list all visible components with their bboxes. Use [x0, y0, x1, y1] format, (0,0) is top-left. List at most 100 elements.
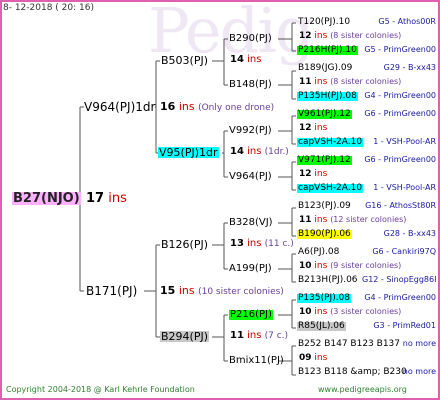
gen4-ins: 10 ins (9 sister colonies)	[299, 262, 401, 271]
gen4-info: 1 - VSH-Pool-AR	[373, 184, 436, 192]
ins-count: 12	[299, 169, 312, 179]
gen2-ins: 13 ins (11 c.)	[230, 239, 294, 249]
gen2-node[interactable]: B126(PJ)	[161, 239, 208, 250]
gen2-ins: 14 ins	[230, 55, 261, 65]
ins-count: 10	[299, 307, 312, 317]
gen4-info: G6 - PrimGreen00	[364, 110, 436, 118]
ins-count: 14	[230, 146, 244, 157]
ins-count: 17	[86, 191, 105, 206]
ins-label: ins	[314, 215, 328, 225]
gen4-ins: 11 ins (12 sister colonies)	[299, 216, 406, 225]
gen4-info: G12 - SinopEgg86R	[362, 276, 436, 284]
ins-label: ins	[314, 31, 328, 41]
gen3-node[interactable]: P216(PJ)	[229, 310, 273, 320]
gen3-node[interactable]: B148(PJ)	[229, 80, 272, 90]
gen4-info: G16 - AthosSt80R	[365, 202, 436, 210]
gen3-node[interactable]: V992(PJ)	[229, 126, 272, 136]
gen3-node[interactable]: A199(PJ)	[229, 264, 272, 274]
gen4-node[interactable]: capVSH-2A.10	[297, 138, 364, 147]
gen4-ins: 11 ins (8 sister colonies)	[299, 78, 401, 87]
gen4-node[interactable]: P135(PJ).08	[297, 294, 352, 303]
ins-label: ins	[178, 284, 195, 297]
sister-note: (8 sister colonies)	[330, 31, 402, 40]
sister-note: (11 c.)	[264, 239, 294, 249]
ins-count: 09	[299, 353, 312, 363]
ins-label: ins	[178, 100, 195, 113]
gen4-info: G3 - PrimRed01	[373, 322, 436, 330]
gen4-node[interactable]: B123(PJ).09	[297, 202, 352, 211]
gen4-node[interactable]: B189(JG).09	[297, 64, 353, 73]
gen4-node[interactable]: R85(JL).06	[297, 322, 346, 331]
ins-label: ins	[314, 169, 328, 179]
gen4-ins: 09 ins	[299, 354, 327, 363]
ins-count: 14	[230, 54, 244, 65]
sister-note: (Only one drone)	[198, 103, 275, 113]
ins-count: 15	[160, 284, 176, 297]
gen4-node[interactable]: V961(PJ).12	[297, 110, 352, 119]
sister-note: (3 sister colonies)	[330, 307, 402, 316]
date-stamp: 8- 12-2018 ( 20: 16)	[3, 3, 94, 13]
ins-label: ins	[247, 238, 262, 249]
gen4-info: G5 - Athos00R	[378, 18, 436, 26]
sister-note: (12 sister colonies)	[330, 215, 407, 224]
gen4-node[interactable]: V971(PJ).12	[297, 156, 352, 165]
gen3-node[interactable]: Bmix11(PJ)	[229, 356, 284, 366]
sister-note: (8 sister colonies)	[330, 77, 402, 86]
gen1-node[interactable]: V964(PJ)1dr	[84, 101, 155, 113]
gen3-node[interactable]: V964(PJ)	[229, 172, 272, 182]
gen4-node[interactable]: A6(PJ).08	[297, 248, 340, 257]
ins-label: ins	[108, 191, 127, 206]
gen2-node[interactable]: V95(PJ)1dr	[158, 147, 219, 158]
gen4-info: 1 - VSH-Pool-AR	[373, 138, 436, 146]
ins-label: ins	[314, 123, 328, 133]
gen2-ins: 14 ins (1dr.)	[230, 147, 289, 157]
gen4-node[interactable]: P216H(PJ).10	[297, 46, 358, 55]
ins-count: 10	[299, 261, 312, 271]
ins-count: 16	[160, 100, 176, 113]
root-ins: 17 ins	[86, 192, 127, 205]
ins-label: ins	[314, 261, 328, 271]
ins-label: ins	[314, 77, 328, 87]
gen3-node[interactable]: B328(VJ)	[229, 218, 273, 228]
gen4-info: G5 - PrimGreen00	[364, 46, 436, 54]
gen2-node[interactable]: B503(PJ)	[161, 55, 208, 66]
gen4-ins: 12 ins	[299, 170, 327, 179]
gen4-info: G28 - B-xx43	[383, 230, 436, 238]
ins-label: ins	[247, 330, 262, 341]
ins-count: 12	[299, 123, 312, 133]
ins-count: 11	[299, 215, 312, 225]
copyright: Copyright 2004-2018 @ Karl Kehrle Founda…	[6, 385, 195, 394]
sister-note: (10 sister colonies)	[198, 287, 284, 297]
ins-label: ins	[247, 54, 262, 65]
gen1-ins: 16 ins (Only one drone)	[160, 101, 274, 113]
gen4-info: G6 - PrimGreen00	[364, 156, 436, 164]
gen4-info: G4 - PrimGreen00	[364, 92, 436, 100]
sister-note: (7 c.)	[264, 331, 289, 341]
gen4-info: G29 - B-xx43	[383, 64, 436, 72]
gen4-node[interactable]: B190(PJ).06	[297, 230, 352, 239]
ins-count: 13	[230, 238, 244, 249]
ins-count: 11	[299, 77, 312, 87]
site-link[interactable]: www.pedigreeapis.org	[318, 386, 407, 394]
gen4-node[interactable]: capVSH-2A.10	[297, 184, 364, 193]
ins-count: 11	[230, 330, 244, 341]
gen4-info: no more	[402, 368, 436, 376]
gen4-info: G6 - Cankiri97Q	[372, 248, 436, 256]
ins-label: ins	[247, 146, 262, 157]
ins-label: ins	[314, 307, 328, 317]
gen4-node[interactable]: T120(PJ).10	[297, 18, 351, 27]
ins-label: ins	[314, 353, 328, 363]
gen3-node[interactable]: B290(PJ)	[229, 34, 272, 44]
gen4-ins: 12 ins	[299, 124, 327, 133]
sister-note: (1dr.)	[264, 147, 289, 157]
gen2-node[interactable]: B294(PJ)	[160, 331, 210, 342]
ins-count: 12	[299, 31, 312, 41]
gen1-node[interactable]: B171(PJ)	[86, 285, 137, 297]
gen4-ins: 12 ins (8 sister colonies)	[299, 32, 401, 41]
gen4-node[interactable]: P135H(PJ).08	[297, 92, 358, 101]
gen4-node[interactable]: B213H(PJ).06	[297, 276, 359, 285]
root-node[interactable]: B27(NJO)	[12, 192, 81, 205]
gen4-info: G4 - PrimGreen00	[364, 294, 436, 302]
gen4-info: no more	[402, 340, 436, 348]
gen4-ins: 10 ins (3 sister colonies)	[299, 308, 401, 317]
